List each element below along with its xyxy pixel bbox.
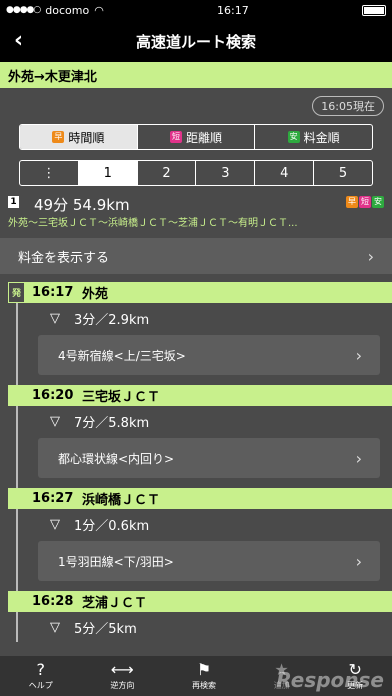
route-time-distance: 49分 54.9km xyxy=(34,196,130,214)
segment-info: 3分／2.9km xyxy=(74,312,150,328)
stop-name: 三宅坂ＪＣＴ xyxy=(82,390,161,405)
tab-more[interactable]: ⋮ xyxy=(20,161,78,185)
segment: ▽ 5分／5km xyxy=(0,612,392,642)
tab-route-2[interactable]: 2 xyxy=(136,161,196,185)
research-button[interactable]: ⚑ 再検索 xyxy=(191,659,216,691)
cheap-badge-icon: 安 xyxy=(372,196,384,208)
stop-header: 16:27 浜崎橋ＪＣＴ xyxy=(8,488,392,509)
sort-tabs: 早 時間順 短 距離順 安 料金順 xyxy=(19,124,373,150)
stop-name: 外苑 xyxy=(82,287,109,302)
tab-label: 距離順 xyxy=(186,130,223,145)
reverse-button[interactable]: ⟷ 逆方向 xyxy=(110,659,135,691)
help-icon: ? xyxy=(36,659,46,679)
fast-badge-icon: 早 xyxy=(52,131,65,143)
stop-header: 16:20 三宅坂ＪＣＴ xyxy=(8,385,392,406)
stop-header: 発 16:17 外苑 xyxy=(8,282,392,303)
segment-info: 5分／5km xyxy=(74,621,137,637)
down-triangle-icon: ▽ xyxy=(50,619,60,635)
wifi-icon: ◠ xyxy=(94,3,104,17)
timeline-line xyxy=(16,282,18,642)
current-time-pill[interactable]: 16:05現在 xyxy=(312,96,384,116)
road-name: 都心環状線<内回り> xyxy=(58,451,175,466)
tab-route-5[interactable]: 5 xyxy=(313,161,372,185)
road-name: 4号新宿線<上/三宅坂> xyxy=(58,348,186,363)
route-page-tabs: ⋮ 1 2 3 4 5 xyxy=(19,160,373,186)
stop-name: 浜崎橋ＪＣＴ xyxy=(82,493,161,508)
flag-icon: ⚑ xyxy=(196,659,212,679)
route-timeline: 発 16:17 外苑 ▽ 3分／2.9km 4号新宿線<上/三宅坂> › 16:… xyxy=(0,282,392,642)
watermark: Response xyxy=(276,668,384,692)
chevron-right-icon: › xyxy=(355,448,362,468)
nav-title: 高速道ルート検索 xyxy=(135,32,256,51)
tab-sort-distance[interactable]: 短 距離順 xyxy=(136,125,255,149)
show-fee-row[interactable]: 料金を表示する › xyxy=(0,238,392,274)
segment-info: 7分／5.8km xyxy=(74,415,150,431)
short-badge-icon: 短 xyxy=(359,196,371,208)
show-fee-label: 料金を表示する xyxy=(18,250,110,266)
tab-label: 料金順 xyxy=(303,130,340,145)
time-bar: 16:05現在 xyxy=(0,88,392,124)
tab-route-4[interactable]: 4 xyxy=(254,161,313,185)
help-button[interactable]: ? ヘルプ xyxy=(28,659,53,691)
battery-icon xyxy=(361,4,386,16)
back-chevron-icon[interactable]: ‹ xyxy=(14,28,23,53)
route-summary: 1 49分 54.9km 早 短 安 外苑〜三宅坂ＪＣＴ〜浜崎橋ＪＣＴ〜芝浦ＪＣ… xyxy=(0,194,392,234)
route-badges: 早 短 安 xyxy=(346,196,384,208)
nav-bar: ‹ 高速道ルート検索 xyxy=(0,20,392,62)
cheap-badge-icon: 安 xyxy=(287,131,300,143)
toolbar-label: ヘルプ xyxy=(28,680,53,690)
segment: ▽ 1分／0.6km xyxy=(0,509,392,539)
tab-route-1[interactable]: 1 xyxy=(77,161,137,185)
chevron-right-icon: › xyxy=(355,345,362,365)
swap-arrows-icon: ⟷ xyxy=(110,659,134,679)
tab-route-3[interactable]: 3 xyxy=(195,161,254,185)
fast-badge-icon: 早 xyxy=(346,196,358,208)
stop-time: 16:27 xyxy=(32,491,74,506)
short-badge-icon: 短 xyxy=(170,131,182,143)
stop-time: 16:28 xyxy=(32,594,74,609)
depart-badge: 発 xyxy=(8,282,25,303)
down-triangle-icon: ▽ xyxy=(50,310,60,326)
tab-sort-fee[interactable]: 安 料金順 xyxy=(254,125,372,149)
carrier-label: docomo xyxy=(45,3,90,17)
down-triangle-icon: ▽ xyxy=(50,516,60,532)
route-title: 外苑→木更津北 xyxy=(0,62,392,88)
chevron-right-icon: › xyxy=(355,551,362,571)
signal-icon: ●●●●○ xyxy=(6,5,41,15)
road-name: 1号羽田線<下/羽田> xyxy=(58,554,174,569)
road-row[interactable]: 都心環状線<内回り> › xyxy=(38,438,380,478)
road-row[interactable]: 1号羽田線<下/羽田> › xyxy=(38,541,380,581)
down-triangle-icon: ▽ xyxy=(50,413,60,429)
toolbar-label: 逆方向 xyxy=(110,680,135,690)
stop-time: 16:17 xyxy=(32,285,74,300)
route-path: 外苑〜三宅坂ＪＣＴ〜浜崎橋ＪＣＴ〜芝浦ＪＣＴ〜有明ＪＣＴ... xyxy=(8,218,298,229)
toolbar-label: 再検索 xyxy=(191,680,216,690)
segment: ▽ 7分／5.8km xyxy=(0,406,392,436)
stop-time: 16:20 xyxy=(32,388,74,403)
tab-label: 時間順 xyxy=(68,130,105,145)
route-number: 1 xyxy=(8,196,19,208)
stop-header: 16:28 芝浦ＪＣＴ xyxy=(8,591,392,612)
clock: 16:17 xyxy=(217,3,249,17)
status-bar: ●●●●○ docomo ◠ 16:17 xyxy=(0,0,392,20)
segment-info: 1分／0.6km xyxy=(74,518,150,534)
tab-sort-time[interactable]: 早 時間順 xyxy=(20,125,137,149)
stop-name: 芝浦ＪＣＴ xyxy=(82,596,148,611)
chevron-right-icon: › xyxy=(367,246,374,266)
road-row[interactable]: 4号新宿線<上/三宅坂> › xyxy=(38,335,380,375)
segment: ▽ 3分／2.9km xyxy=(0,303,392,333)
